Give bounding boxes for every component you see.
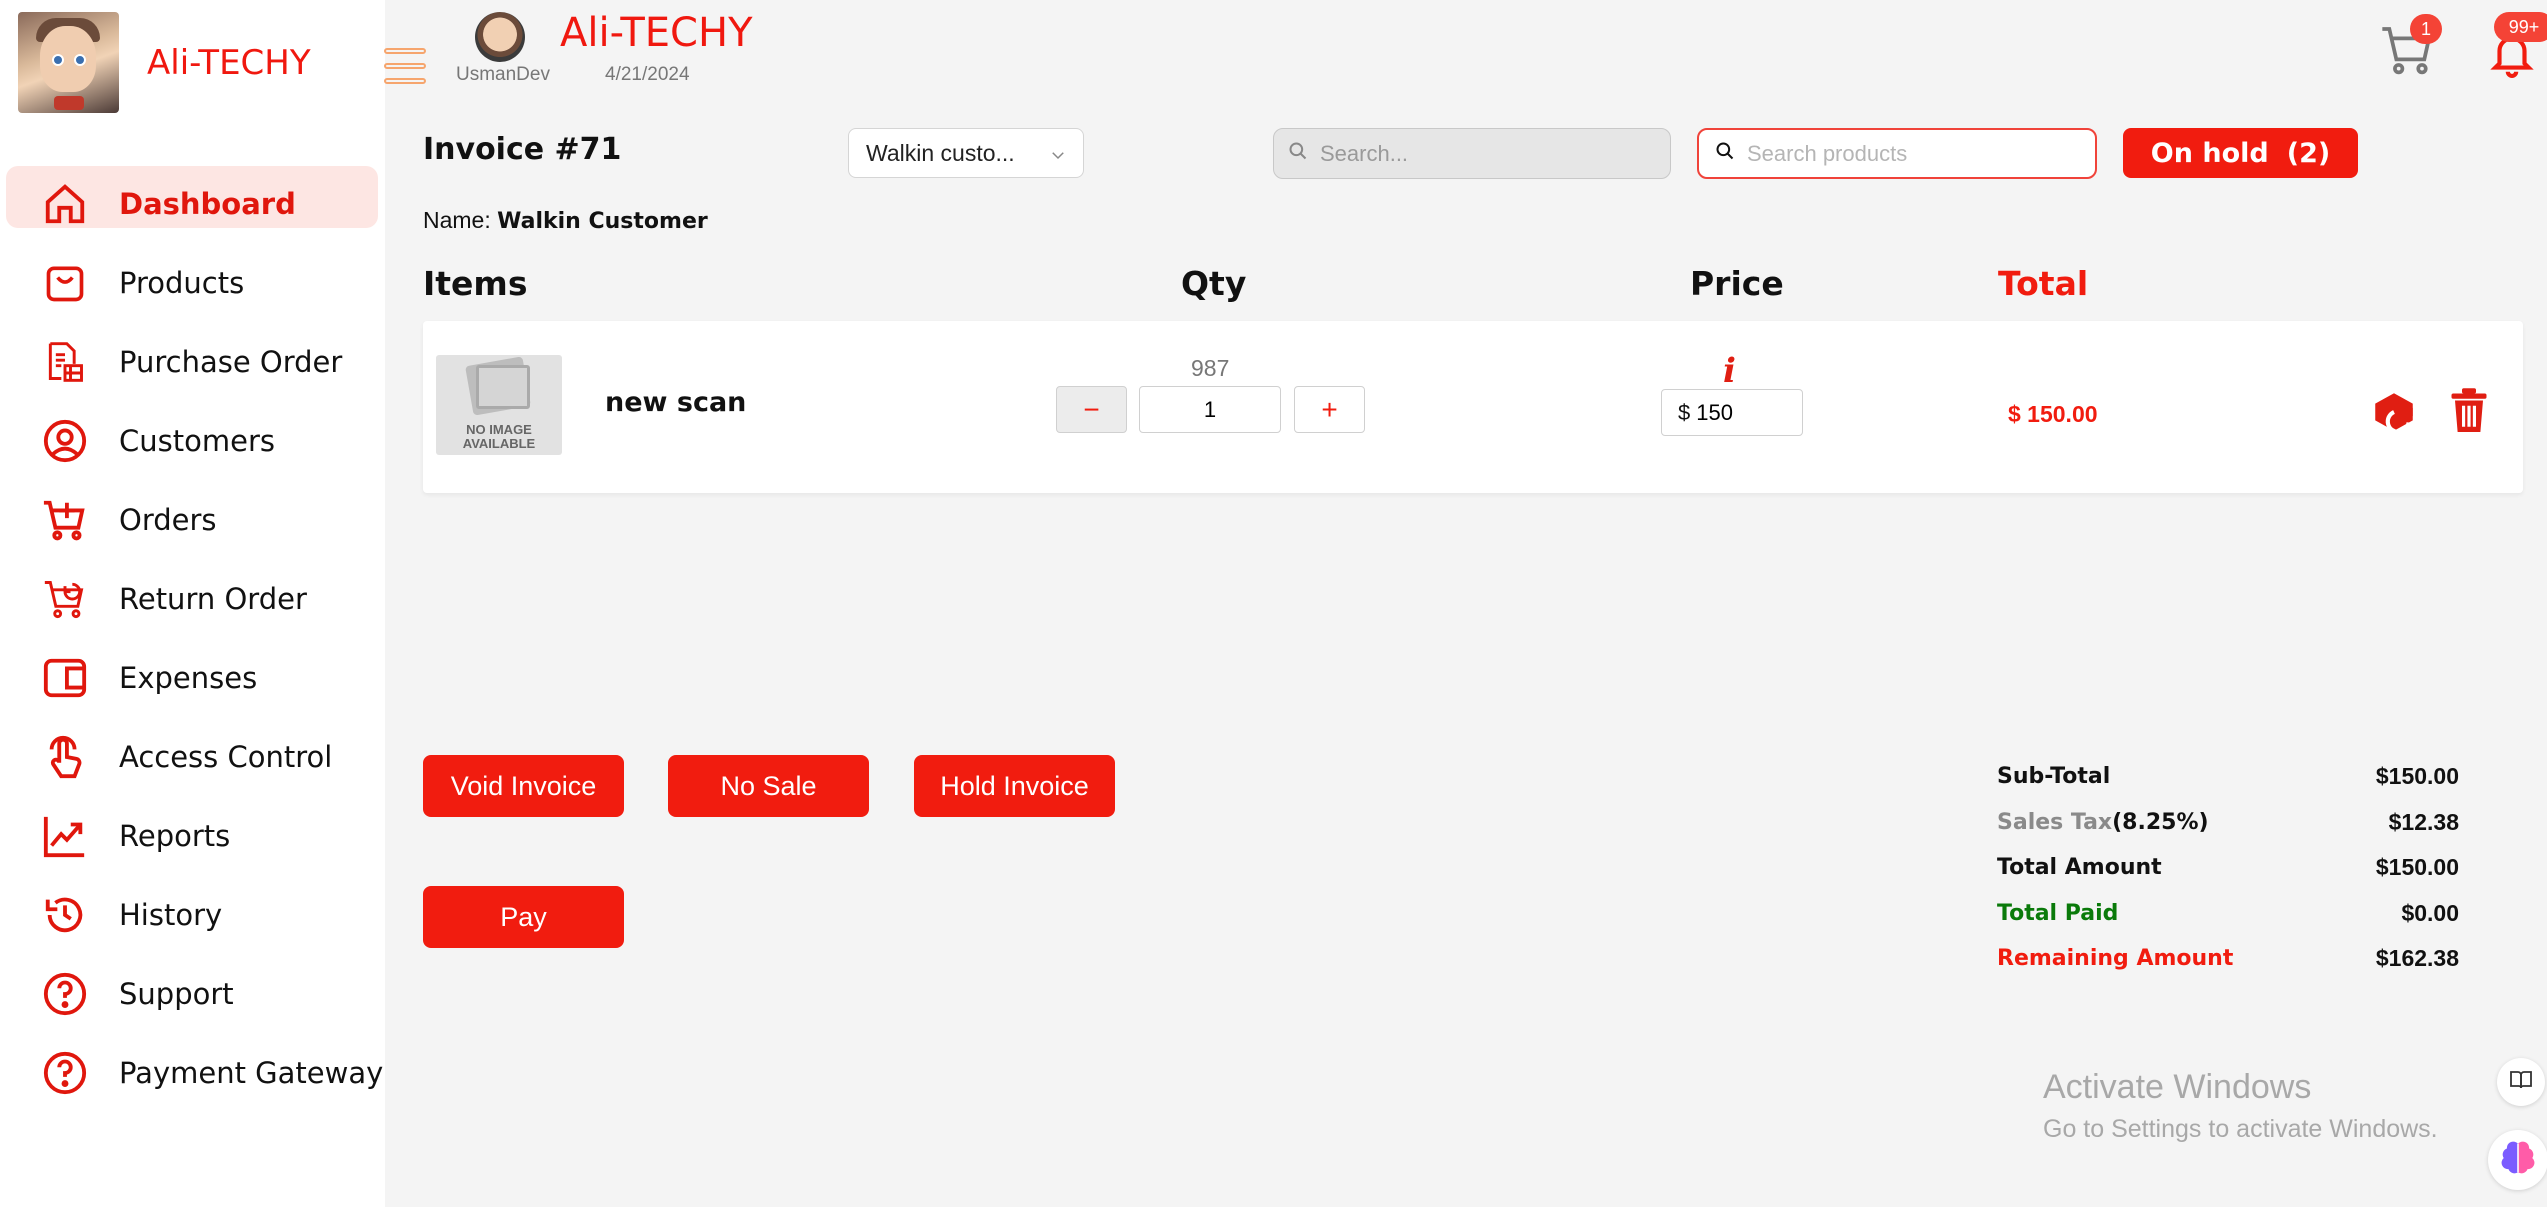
column-header-qty: Qty xyxy=(1181,264,1247,303)
no-sale-button[interactable]: No Sale xyxy=(668,755,869,817)
bell-icon xyxy=(2487,36,2537,84)
activation-watermark-subtitle: Go to Settings to activate Windows. xyxy=(2043,1115,2438,1143)
sidebar-item-purchase-order[interactable]: Purchase Order xyxy=(0,322,385,401)
invoice-summary: Sub-Total $150.00 Sales Tax(8.25%) $12.3… xyxy=(1997,754,2459,982)
info-icon[interactable]: i xyxy=(1723,351,1736,391)
menu-toggle-button[interactable] xyxy=(384,46,426,86)
column-header-total: Total xyxy=(1998,264,2089,303)
sidebar-item-products[interactable]: Products xyxy=(0,243,385,322)
user-avatar[interactable] xyxy=(475,12,525,62)
qty-input[interactable] xyxy=(1139,386,1281,433)
customer-select[interactable]: Walkin custo... xyxy=(848,128,1084,178)
row-total: $ 150.00 xyxy=(2008,401,2098,427)
on-hold-button[interactable]: On hold (2) xyxy=(2123,128,2358,178)
bag-icon xyxy=(40,258,90,308)
touch-icon xyxy=(40,732,90,782)
help-icon xyxy=(40,969,90,1019)
on-hold-count: (2) xyxy=(2286,137,2331,169)
sidebar-item-support[interactable]: Support xyxy=(0,954,385,1033)
brand: Ali-TECHY xyxy=(18,12,311,113)
summary-row-remaining: Remaining Amount $162.38 xyxy=(1997,945,2459,972)
wallet-icon xyxy=(40,653,90,703)
home-icon xyxy=(40,179,90,229)
header-title: Ali-TECHY xyxy=(560,10,753,56)
invoice-title: Invoice #71 xyxy=(423,132,622,167)
history-icon xyxy=(40,890,90,940)
table-row: NO IMAGE AVAILABLE new scan 987 − + i $ … xyxy=(423,321,2523,493)
document-icon xyxy=(40,337,90,387)
search-box xyxy=(1273,128,1671,179)
help-icon xyxy=(40,1048,90,1098)
price-field: $ xyxy=(1661,389,1803,436)
customer-select-value: Walkin custo... xyxy=(866,139,1015,166)
sidebar: Ali-TECHY Dashboard Products Purchase Or… xyxy=(0,0,385,1207)
book-icon xyxy=(2509,1068,2533,1097)
search-icon xyxy=(1288,141,1308,166)
header-username: UsmanDev xyxy=(456,64,550,85)
brain-icon xyxy=(2499,1139,2537,1182)
sidebar-item-orders[interactable]: Orders xyxy=(0,480,385,559)
qty-decrease-button[interactable]: − xyxy=(1056,386,1127,433)
cart-icon xyxy=(2380,27,2436,82)
sidebar-item-reports[interactable]: Reports xyxy=(0,796,385,875)
sidebar-item-dashboard[interactable]: Dashboard xyxy=(0,164,385,243)
brand-name: Ali-TECHY xyxy=(147,42,311,83)
summary-row-subtotal: Sub-Total $150.00 xyxy=(1997,763,2459,790)
summary-row-total: Total Amount $150.00 xyxy=(1997,854,2459,881)
void-invoice-button[interactable]: Void Invoice xyxy=(423,755,624,817)
currency-symbol: $ xyxy=(1678,399,1691,425)
column-header-price: Price xyxy=(1690,264,1784,303)
activation-watermark-title: Activate Windows xyxy=(2043,1068,2312,1106)
sidebar-item-access-control[interactable]: Access Control xyxy=(0,717,385,796)
chart-line-icon xyxy=(40,811,90,861)
customer-name: Walkin Customer xyxy=(497,209,708,234)
hold-invoice-button[interactable]: Hold Invoice xyxy=(914,755,1115,817)
customer-name-line: Name: Walkin Customer xyxy=(423,207,708,234)
sidebar-item-expenses[interactable]: Expenses xyxy=(0,638,385,717)
search-products-box xyxy=(1697,128,2097,179)
product-image-placeholder: NO IMAGE AVAILABLE xyxy=(436,355,562,455)
return-item-icon[interactable] xyxy=(2369,387,2419,437)
cart-badge: 1 xyxy=(2410,14,2442,44)
sidebar-item-payment-gateway[interactable]: Payment Gateway xyxy=(0,1033,385,1112)
user-circle-icon xyxy=(40,416,90,466)
sidebar-nav: Dashboard Products Purchase Order Custom… xyxy=(0,164,385,1112)
sidebar-item-return-order[interactable]: Return Order xyxy=(0,559,385,638)
item-stock: 987 xyxy=(1191,355,1230,381)
search-products-input[interactable] xyxy=(1747,140,2087,167)
sidebar-item-customers[interactable]: Customers xyxy=(0,401,385,480)
cart-plus-icon xyxy=(40,495,90,545)
ai-assistant-button[interactable] xyxy=(2488,1130,2547,1190)
summary-row-paid: Total Paid $0.00 xyxy=(1997,899,2459,926)
column-header-items: Items xyxy=(423,264,528,303)
chevron-down-icon xyxy=(1049,143,1067,170)
item-name: new scan xyxy=(605,387,747,418)
search-icon xyxy=(1715,141,1735,166)
brand-avatar xyxy=(18,12,119,113)
trash-icon[interactable] xyxy=(2448,387,2490,435)
name-label: Name: xyxy=(423,207,491,233)
search-input[interactable] xyxy=(1320,140,1660,167)
pay-button[interactable]: Pay xyxy=(423,886,624,948)
summary-row-tax: Sales Tax(8.25%) $12.38 xyxy=(1997,808,2459,835)
notification-badge: 99+ xyxy=(2494,12,2547,42)
price-input[interactable] xyxy=(1696,399,1787,426)
header-date: 4/21/2024 xyxy=(605,64,690,85)
reader-mode-button[interactable] xyxy=(2497,1058,2545,1106)
sidebar-item-history[interactable]: History xyxy=(0,875,385,954)
cart-return-icon xyxy=(40,574,90,624)
qty-increase-button[interactable]: + xyxy=(1294,386,1365,433)
on-hold-label: On hold xyxy=(2150,137,2269,169)
